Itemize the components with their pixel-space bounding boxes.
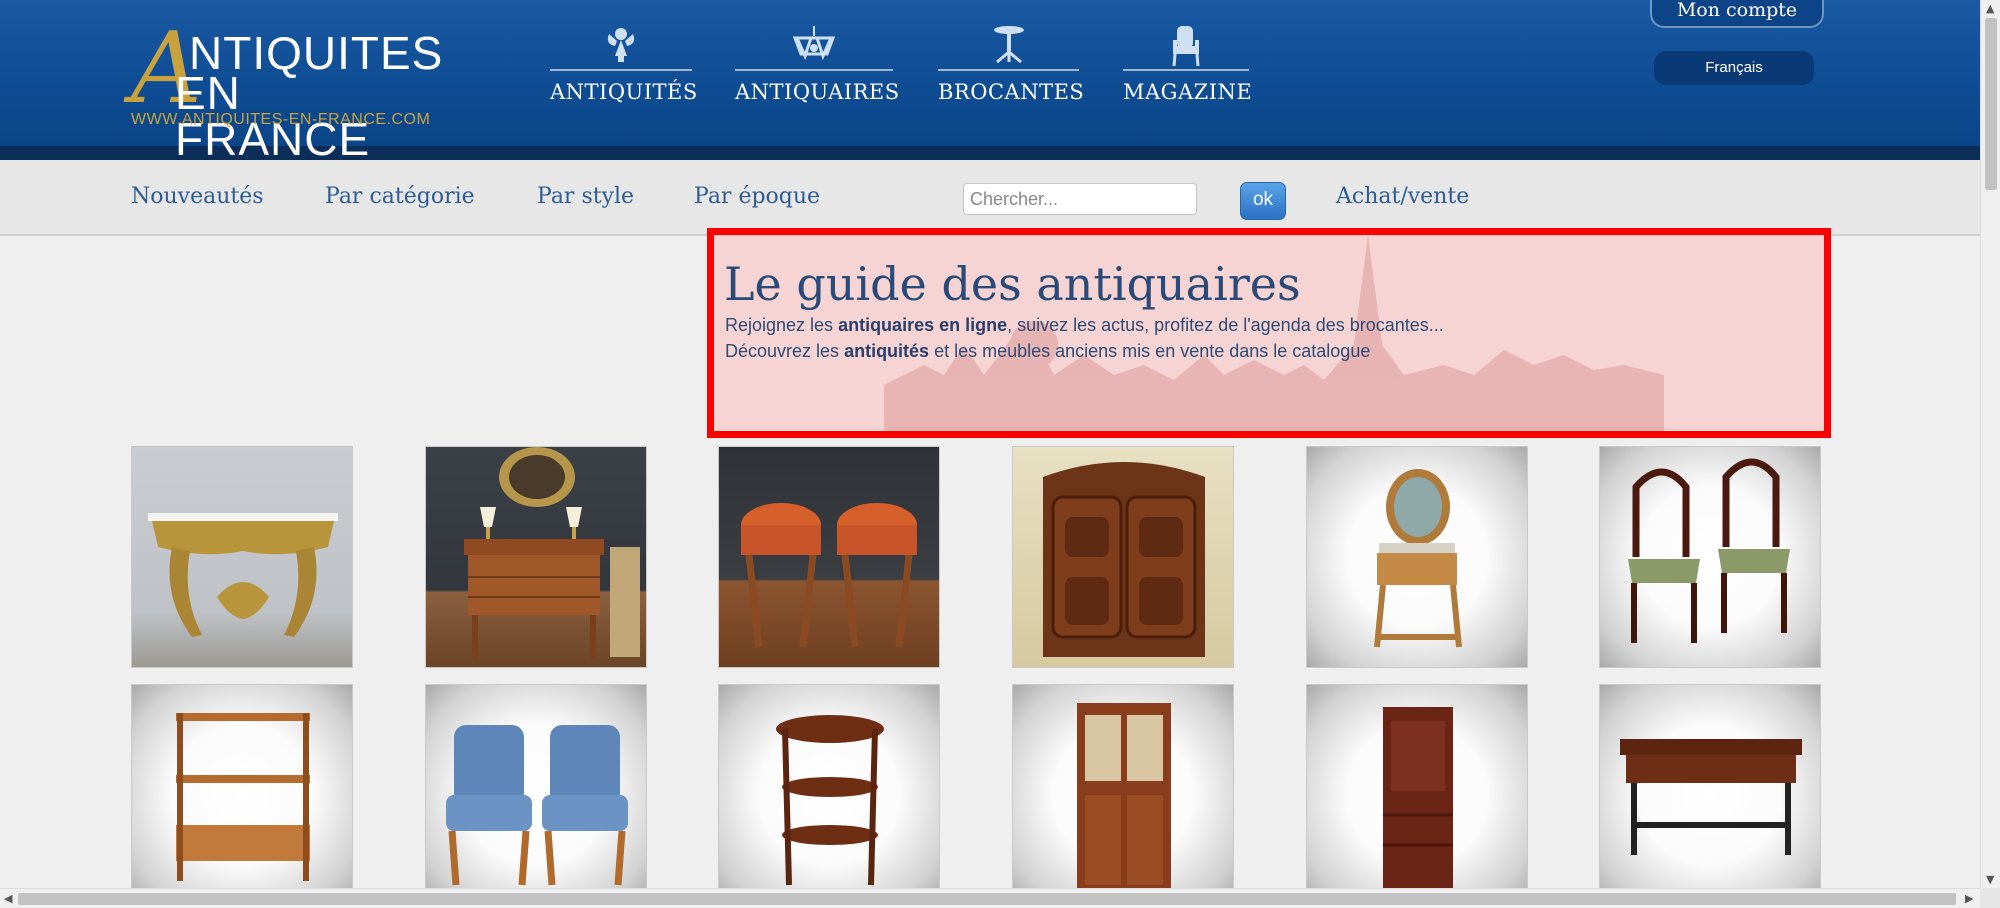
chandelier-icon — [791, 24, 837, 68]
search-input[interactable] — [963, 183, 1197, 215]
logo-url: WWW.ANTIQUITES-EN-FRANCE.COM — [131, 111, 431, 128]
hero-line-1-text-end: , suivez les actus, profitez de l'agenda… — [1007, 315, 1444, 335]
product-thumbnail[interactable] — [1012, 684, 1234, 906]
hero-line-1-link[interactable]: antiquaires en ligne — [838, 315, 1007, 335]
vertical-scroll-thumb[interactable] — [1985, 18, 1997, 190]
nav-label: MAGAZINE — [1123, 80, 1253, 104]
product-thumbnail[interactable] — [1306, 446, 1528, 668]
nav-label: BROCANTES — [938, 80, 1085, 104]
nav-divider — [550, 69, 692, 71]
scroll-right-icon[interactable]: ▶ — [1965, 893, 1973, 904]
hero-line-2-text: Découvrez les — [725, 341, 845, 361]
nav-divider — [1123, 69, 1249, 71]
nav-brocantes[interactable]: BROCANTES — [938, 22, 1085, 112]
product-thumbnail[interactable] — [425, 446, 647, 668]
hero-line-1: Rejoignez les antiquaires en ligne, suiv… — [725, 315, 1444, 336]
nav-achat-vente[interactable]: Achat/vente — [1336, 184, 1469, 209]
scrollbar-corner — [1980, 888, 2000, 908]
hero-line-2-text-end: et les meubles anciens mis en vente dans… — [929, 341, 1371, 361]
armchair-icon — [1169, 24, 1203, 72]
horizontal-scrollbar[interactable]: ◀ ▶ — [0, 888, 1980, 908]
site-header: A NTIQUITES EN FRANCE WWW.ANTIQUITES-EN-… — [0, 0, 1980, 162]
product-thumbnail[interactable] — [1012, 446, 1234, 668]
scroll-up-icon[interactable]: ▲ — [1986, 3, 1994, 14]
scroll-left-icon[interactable]: ◀ — [4, 893, 12, 904]
nav-antiquites[interactable]: ANTIQUITÉS — [550, 22, 698, 112]
product-thumbnail[interactable] — [425, 684, 647, 906]
nav-divider — [735, 69, 893, 71]
hero-line-2-link[interactable]: antiquités — [844, 341, 929, 361]
hero-line-1-text: Rejoignez les — [725, 315, 839, 335]
nav-par-categorie[interactable]: Par catégorie — [325, 184, 475, 209]
secondary-nav: Nouveautés Par catégorie Par style Par é… — [0, 160, 1980, 236]
nav-antiquaires[interactable]: ANTIQUAIRES — [735, 22, 900, 112]
nav-divider — [938, 69, 1079, 71]
gueridon-table-icon — [989, 24, 1029, 68]
hero-banner: Le guide des antiquaires Rejoignez les a… — [707, 228, 1831, 438]
horizontal-scroll-thumb[interactable] — [18, 893, 1956, 905]
cherub-icon — [601, 24, 641, 68]
language-selector[interactable]: Français — [1654, 51, 1814, 85]
product-thumbnail[interactable] — [718, 684, 940, 906]
vertical-scrollbar[interactable]: ▲ ▼ — [1980, 0, 2000, 888]
nav-par-style[interactable]: Par style — [537, 184, 634, 209]
nav-magazine[interactable]: MAGAZINE — [1123, 22, 1253, 112]
nav-label: ANTIQUAIRES — [735, 80, 900, 104]
product-thumbnail[interactable] — [131, 446, 353, 668]
nav-par-epoque[interactable]: Par époque — [694, 184, 820, 209]
nav-nouveautes[interactable]: Nouveautés — [131, 184, 264, 209]
product-thumbnail[interactable] — [718, 446, 940, 668]
product-thumbnail[interactable] — [1599, 446, 1821, 668]
product-thumbnail[interactable] — [131, 684, 353, 906]
account-button[interactable]: Mon compte — [1650, 0, 1824, 28]
site-logo[interactable]: A NTIQUITES EN FRANCE WWW.ANTIQUITES-EN-… — [131, 20, 442, 162]
hero-title: Le guide des antiquaires — [724, 257, 1301, 311]
scroll-down-icon[interactable]: ▼ — [1986, 874, 1994, 885]
hero-line-2: Découvrez les antiquités et les meubles … — [725, 341, 1370, 362]
search-ok-button[interactable]: ok — [1240, 182, 1286, 220]
product-thumbnail[interactable] — [1306, 684, 1528, 906]
product-thumbnail[interactable] — [1599, 684, 1821, 906]
nav-label: ANTIQUITÉS — [550, 80, 698, 104]
